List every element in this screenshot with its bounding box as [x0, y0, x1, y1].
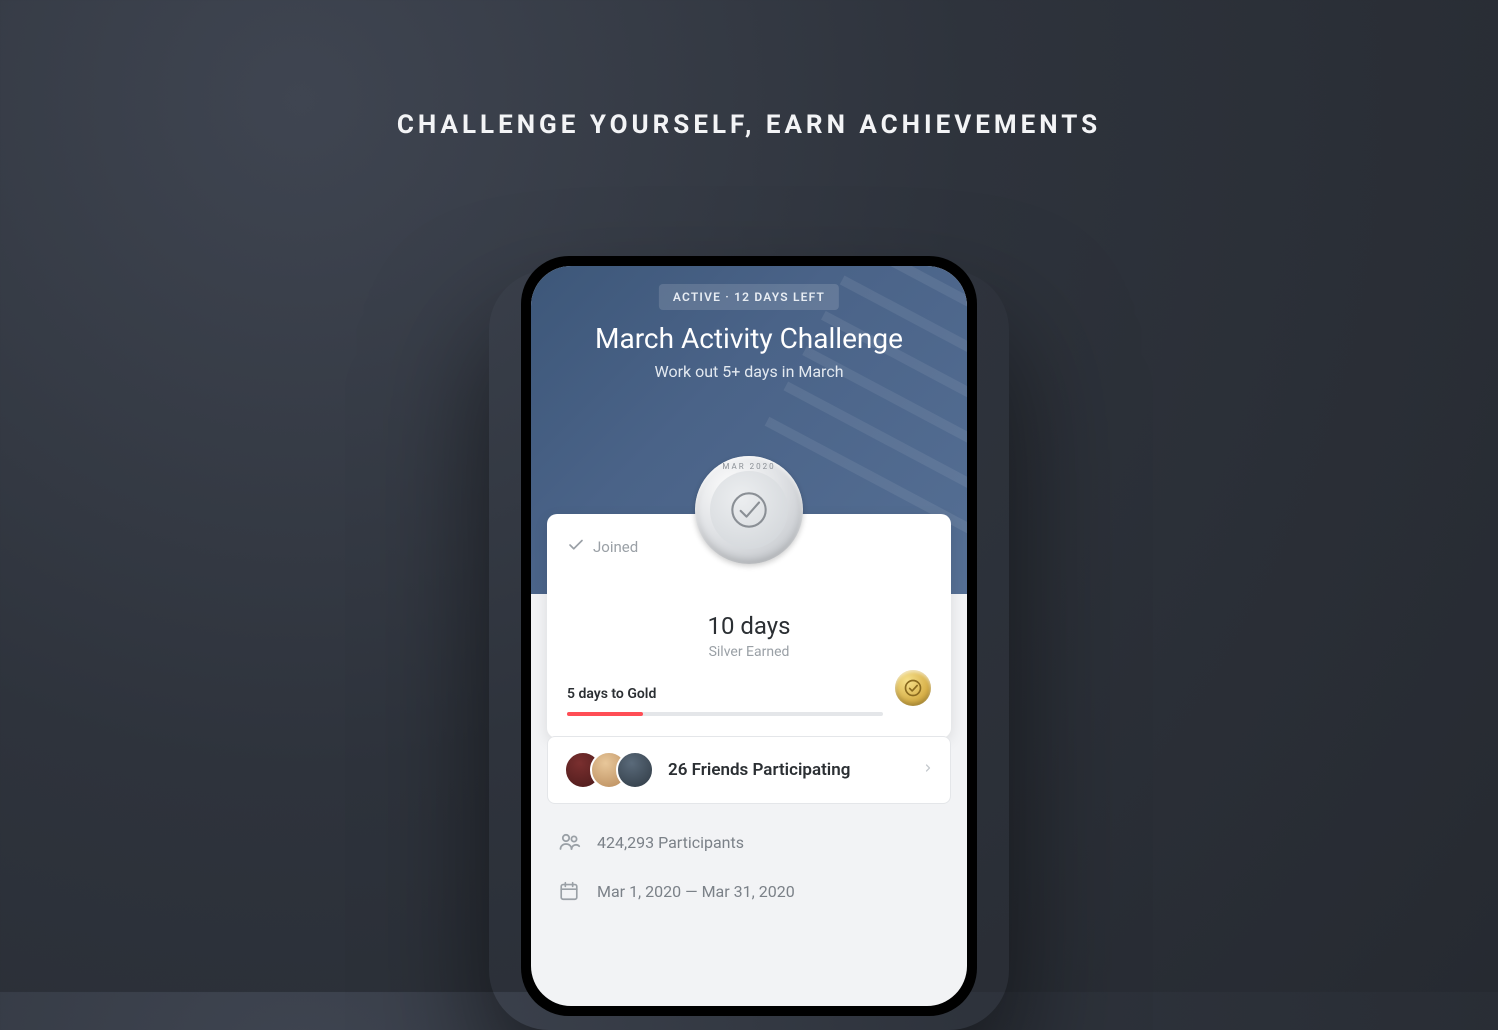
- medal-arc-text: MAR 2020: [722, 462, 775, 471]
- joined-label: Joined: [593, 538, 638, 556]
- promo-headline: CHALLENGE YOURSELF, EARN ACHIEVEMENTS: [397, 110, 1101, 140]
- progress-section: 5 days to Gold: [567, 686, 931, 716]
- participants-text: 424,293 Participants: [597, 833, 744, 852]
- medal-earned-label: Silver Earned: [567, 644, 931, 660]
- challenge-title: March Activity Challenge: [531, 322, 967, 355]
- date-range-text: Mar 1, 2020 — Mar 31, 2020: [597, 882, 795, 901]
- progress-card: Joined MAR 2020 10 days Silver Earned 5 …: [547, 514, 951, 738]
- days-value: 10 days: [567, 612, 931, 640]
- silver-medal-icon: MAR 2020: [695, 456, 803, 564]
- phone-frame: ACTIVE · 12 DAYS LEFT March Activity Cha…: [521, 256, 977, 1016]
- progress-track: [567, 712, 883, 716]
- progress-label: 5 days to Gold: [567, 686, 931, 702]
- status-badge: ACTIVE · 12 DAYS LEFT: [659, 284, 839, 310]
- challenge-subtitle: Work out 5+ days in March: [531, 362, 967, 381]
- friend-avatar-stack: [564, 751, 654, 789]
- chevron-right-icon: [922, 758, 934, 782]
- progress-fill: [567, 712, 643, 716]
- friends-participating-row[interactable]: 26 Friends Participating: [547, 736, 951, 804]
- phone-screen: ACTIVE · 12 DAYS LEFT March Activity Cha…: [531, 266, 967, 1006]
- friends-participating-text: 26 Friends Participating: [668, 760, 908, 780]
- people-icon: [557, 830, 581, 854]
- calendar-icon: [557, 880, 581, 902]
- gold-coin-icon: [895, 670, 931, 706]
- avatar: [616, 751, 654, 789]
- date-range-row: Mar 1, 2020 — Mar 31, 2020: [557, 880, 941, 902]
- participants-row: 424,293 Participants: [557, 830, 941, 854]
- check-icon: [567, 536, 585, 558]
